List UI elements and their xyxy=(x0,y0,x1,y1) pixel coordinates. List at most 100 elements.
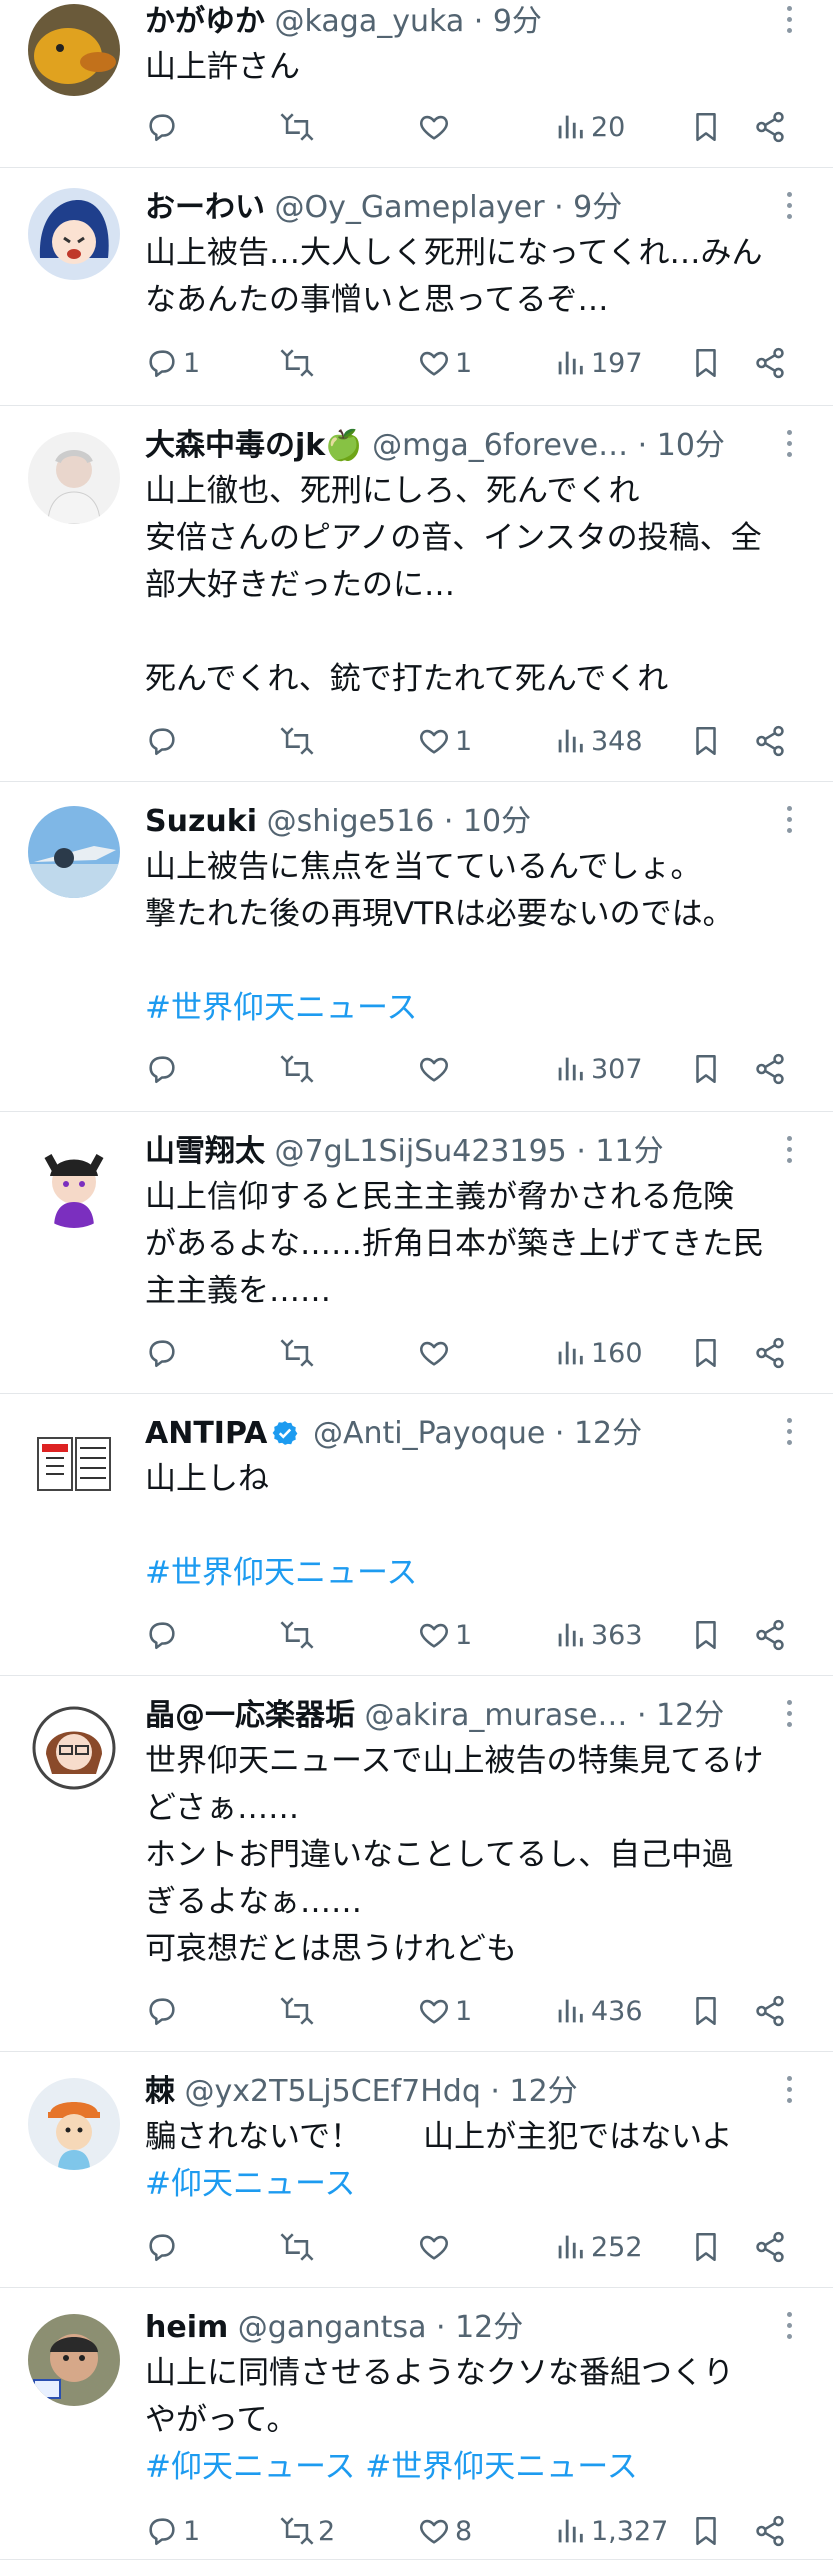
like-button[interactable]: 1 xyxy=(417,1988,472,2036)
more-dots-icon[interactable] xyxy=(783,192,795,224)
more-dots-icon[interactable] xyxy=(783,2076,795,2108)
views-button[interactable]: 1,327 xyxy=(553,2508,668,2556)
display-name[interactable]: Suzuki xyxy=(145,804,257,839)
retweet-button[interactable] xyxy=(280,104,318,152)
reply-button[interactable] xyxy=(145,2224,183,2272)
avatar[interactable] xyxy=(28,2078,120,2170)
timestamp[interactable]: 10分 xyxy=(463,804,531,839)
hashtag-link[interactable]: #世界仰天ニュース xyxy=(145,1550,803,1597)
retweet-button[interactable] xyxy=(280,1330,318,1378)
reply-button[interactable] xyxy=(145,1988,183,2036)
reply-button[interactable] xyxy=(145,1612,183,1660)
tweet[interactable]: Suzuki @shige516 · 10分 山上被告に焦点を当てているんでしょ。… xyxy=(0,782,833,1112)
reply-button[interactable] xyxy=(145,1330,183,1378)
tweet[interactable]: 山雪翔太 @7gL1SijSu423195 · 11分 山上信仰すると民主主義が脅… xyxy=(0,1112,833,1394)
tweet[interactable]: 晶@一応楽器垢 @akira_murase… · 12分 世界仰天ニュースで山上被… xyxy=(0,1676,833,2052)
hashtag-link[interactable]: #仰天ニュース #世界仰天ニュース xyxy=(145,2444,803,2491)
bookmark-button[interactable] xyxy=(689,1330,723,1378)
bookmark-button[interactable] xyxy=(689,2224,723,2272)
display-name[interactable]: かがゆか xyxy=(145,4,265,39)
bookmark-button[interactable] xyxy=(689,340,723,388)
user-handle[interactable]: @Oy_Gameplayer xyxy=(275,190,545,225)
share-button[interactable] xyxy=(753,2508,787,2556)
hashtag-link[interactable]: #仰天ニュース xyxy=(145,2161,803,2208)
display-name[interactable]: 山雪翔太 xyxy=(145,1134,265,1169)
timestamp[interactable]: 12分 xyxy=(510,2074,578,2109)
timestamp[interactable]: 12分 xyxy=(574,1416,642,1451)
more-dots-icon[interactable] xyxy=(783,1700,795,1732)
like-button[interactable]: 1 xyxy=(417,340,472,388)
views-button[interactable]: 20 xyxy=(553,104,625,152)
timestamp[interactable]: 10分 xyxy=(657,428,725,463)
timestamp[interactable]: 12分 xyxy=(455,2310,523,2345)
more-dots-icon[interactable] xyxy=(783,1418,795,1450)
user-handle[interactable]: @shige516 xyxy=(267,804,435,839)
more-dots-icon[interactable] xyxy=(783,430,795,462)
bookmark-button[interactable] xyxy=(689,718,723,766)
display-name[interactable]: 晶@一応楽器垢 xyxy=(145,1698,355,1733)
hashtag-link[interactable]: #世界仰天ニュース xyxy=(145,985,803,1032)
views-button[interactable]: 348 xyxy=(553,718,643,766)
retweet-button[interactable] xyxy=(280,2224,318,2272)
more-dots-icon[interactable] xyxy=(783,2312,795,2344)
share-button[interactable] xyxy=(753,104,787,152)
display-name[interactable]: 棘 xyxy=(145,2074,175,2109)
like-button[interactable] xyxy=(417,2224,455,2272)
reply-button[interactable]: 1 xyxy=(145,340,200,388)
avatar[interactable] xyxy=(28,2314,120,2406)
bookmark-button[interactable] xyxy=(689,1612,723,1660)
reply-button[interactable] xyxy=(145,1046,183,1094)
timestamp[interactable]: 9分 xyxy=(573,190,622,225)
tweet[interactable]: おーわい @Oy_Gameplayer · 9分 山上被告…大人しく死刑になってく… xyxy=(0,168,833,406)
avatar[interactable] xyxy=(28,188,120,280)
display-name[interactable]: 大森中毒のjk🍏 xyxy=(145,428,363,463)
display-name[interactable]: おーわい xyxy=(145,190,265,225)
views-button[interactable]: 197 xyxy=(553,340,643,388)
retweet-button[interactable] xyxy=(280,340,318,388)
like-button[interactable] xyxy=(417,104,455,152)
user-handle[interactable]: @7gL1SijSu423195 xyxy=(275,1134,567,1169)
reply-button[interactable] xyxy=(145,104,183,152)
share-button[interactable] xyxy=(753,718,787,766)
bookmark-button[interactable] xyxy=(689,2508,723,2556)
tweet[interactable]: heim @gangantsa · 12分 山上に同情させるようなクソな番組つくり… xyxy=(0,2288,833,2560)
views-button[interactable]: 363 xyxy=(553,1612,643,1660)
retweet-button[interactable] xyxy=(280,1046,318,1094)
user-handle[interactable]: @yx2T5Lj5CEf7Hdq xyxy=(185,2074,481,2109)
views-button[interactable]: 160 xyxy=(553,1330,643,1378)
user-handle[interactable]: @Anti_Payoque xyxy=(313,1416,545,1451)
timestamp[interactable]: 9分 xyxy=(493,4,542,39)
like-button[interactable]: 8 xyxy=(417,2508,472,2556)
share-button[interactable] xyxy=(753,1330,787,1378)
retweet-button[interactable] xyxy=(280,718,318,766)
like-button[interactable]: 1 xyxy=(417,1612,472,1660)
avatar[interactable] xyxy=(28,806,120,898)
avatar[interactable] xyxy=(28,1418,120,1510)
tweet[interactable]: ANTIPA @Anti_Payoque · 12分 山上しね #世界仰天ニュース 1… xyxy=(0,1394,833,1676)
more-dots-icon[interactable] xyxy=(783,806,795,838)
avatar[interactable] xyxy=(28,4,120,96)
retweet-button[interactable] xyxy=(280,1612,318,1660)
views-button[interactable]: 436 xyxy=(553,1988,643,2036)
user-handle[interactable]: @mga_6foreve… xyxy=(372,428,628,463)
views-button[interactable]: 307 xyxy=(553,1046,643,1094)
tweet[interactable]: かがゆか @kaga_yuka · 9分 山上許さん 20 xyxy=(0,0,833,168)
reply-button[interactable]: 1 xyxy=(145,2508,200,2556)
display-name[interactable]: heim xyxy=(145,2310,228,2345)
bookmark-button[interactable] xyxy=(689,104,723,152)
avatar[interactable] xyxy=(28,1136,120,1228)
tweet[interactable]: 大森中毒のjk🍏 @mga_6foreve… · 10分 山上徹也、死刑にしろ、死… xyxy=(0,406,833,782)
like-button[interactable] xyxy=(417,1330,455,1378)
avatar[interactable] xyxy=(28,1702,120,1794)
user-handle[interactable]: @kaga_yuka xyxy=(275,4,465,39)
share-button[interactable] xyxy=(753,1988,787,2036)
share-button[interactable] xyxy=(753,1612,787,1660)
retweet-button[interactable] xyxy=(280,1988,318,2036)
more-dots-icon[interactable] xyxy=(783,6,795,38)
more-dots-icon[interactable] xyxy=(783,1136,795,1168)
user-handle[interactable]: @gangantsa xyxy=(238,2310,427,2345)
like-button[interactable]: 1 xyxy=(417,718,472,766)
retweet-button[interactable]: 2 xyxy=(280,2508,335,2556)
tweet[interactable]: 棘 @yx2T5Lj5CEf7Hdq · 12分 騙されないで！ 山上が主犯ではな… xyxy=(0,2052,833,2288)
bookmark-button[interactable] xyxy=(689,1046,723,1094)
